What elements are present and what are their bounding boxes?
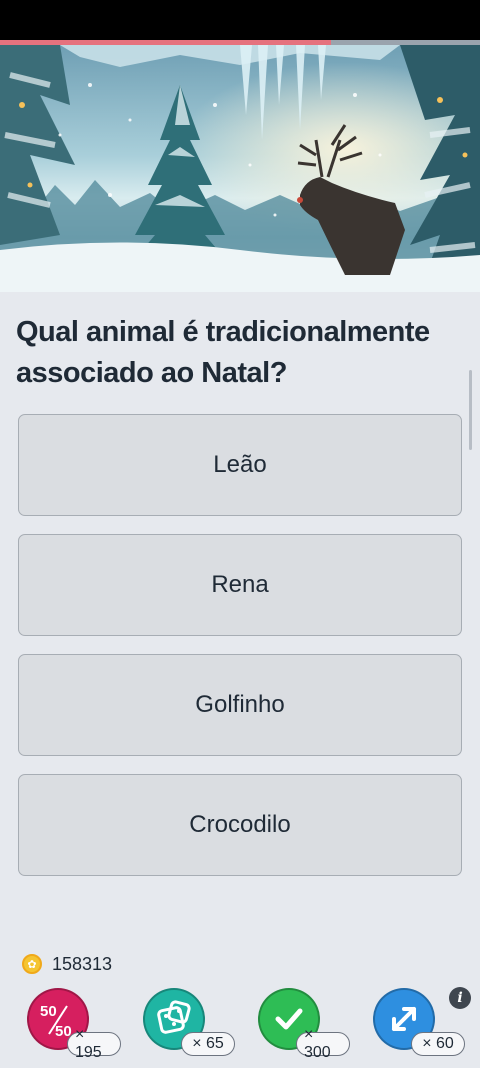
answer-option-2[interactable]: Rena [18, 534, 462, 636]
answer-option-4[interactable]: Crocodilo [18, 774, 462, 876]
swap-question-powerup[interactable]: × 60 [373, 988, 465, 1056]
info-icon[interactable]: i [449, 987, 471, 1009]
status-bar [0, 0, 480, 40]
winter-reindeer-illustration [0, 45, 480, 292]
question-image [0, 45, 480, 292]
svg-text:50: 50 [40, 1003, 57, 1020]
correct-answer-powerup[interactable]: × 300 [258, 988, 350, 1061]
coin-balance: ✿ 158313 [22, 952, 112, 976]
coin-icon: ✿ [22, 954, 42, 974]
scrollbar[interactable] [469, 370, 472, 450]
fifty-fifty-count: × 195 [67, 1026, 121, 1061]
coin-count: 158313 [52, 953, 113, 974]
answer-option-1[interactable]: Leão [18, 414, 462, 516]
swap-question-count: × 60 [411, 1032, 465, 1056]
question-text: Qual animal é tradicionalmente associado… [16, 316, 430, 389]
dice-count: × 65 [181, 1032, 235, 1056]
answer-option-3[interactable]: Golfinho [18, 654, 462, 756]
fifty-fifty-powerup[interactable]: 50 50 × 195 [27, 988, 121, 1061]
dice-powerup[interactable]: × 65 [143, 988, 235, 1056]
correct-answer-count: × 300 [296, 1026, 350, 1061]
